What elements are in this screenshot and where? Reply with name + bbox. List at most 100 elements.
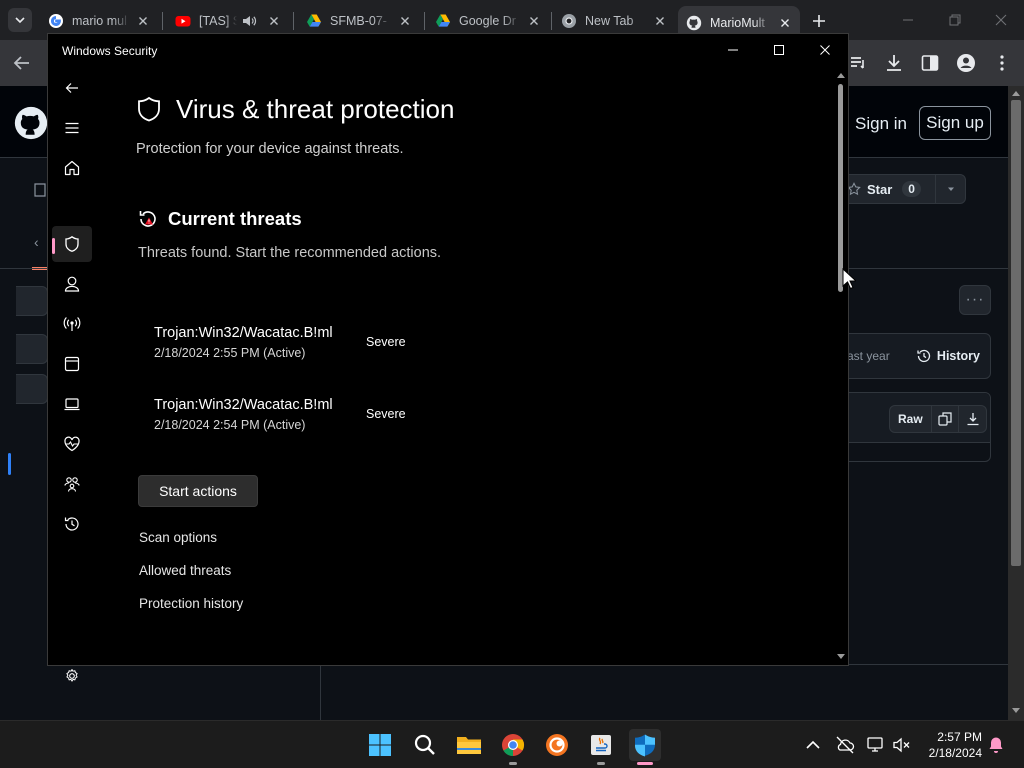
star-label: Star — [867, 181, 893, 197]
tab-search-button[interactable] — [8, 8, 32, 32]
close-tab-icon[interactable] — [653, 14, 667, 28]
nav-menu-button[interactable] — [52, 110, 92, 146]
notification-bell-icon[interactable] — [986, 735, 1006, 755]
scroll-down-arrow-icon[interactable] — [1012, 708, 1020, 714]
side-panel-icon[interactable] — [919, 52, 941, 74]
scroll-up-arrow-icon[interactable] — [837, 72, 845, 78]
raw-button[interactable]: Raw — [890, 406, 932, 432]
start-actions-button[interactable]: Start actions — [138, 475, 258, 507]
raw-button-group: Raw — [889, 405, 987, 433]
taskbar-search-button[interactable] — [409, 729, 441, 761]
close-tab-icon[interactable] — [267, 14, 281, 28]
profile-avatar-icon[interactable] — [955, 52, 977, 74]
window-scrollbar-thumb[interactable] — [838, 84, 843, 292]
maximize-button[interactable] — [767, 40, 791, 60]
copy-icon — [938, 412, 952, 426]
browser-tab-4[interactable]: Google Dr — [427, 8, 549, 34]
allowed-threats-link[interactable]: Allowed threats — [139, 563, 231, 578]
section-title: Current threats — [168, 208, 302, 229]
tab-separator — [162, 12, 163, 30]
tab-title: Google Dr — [459, 14, 516, 28]
speaker-muted-icon[interactable] — [892, 735, 912, 755]
chevron-left-icon[interactable]: ‹ — [34, 234, 48, 250]
speaker-icon[interactable] — [241, 13, 257, 29]
copy-button[interactable] — [932, 406, 960, 432]
nav-settings[interactable] — [52, 658, 92, 694]
scroll-up-arrow-icon[interactable] — [1012, 90, 1020, 96]
protection-history-link[interactable]: Protection history — [139, 596, 243, 611]
close-icon — [820, 45, 830, 55]
file-viewer-box: Raw — [830, 392, 991, 462]
app-window-icon — [64, 356, 80, 372]
close-tab-icon[interactable] — [136, 14, 150, 28]
sign-up-button[interactable]: Sign up — [919, 106, 991, 140]
nav-back-button[interactable] — [52, 70, 92, 106]
tab-separator — [551, 12, 552, 30]
nav-device-security[interactable] — [52, 386, 92, 422]
nav-firewall-network[interactable] — [52, 306, 92, 342]
download-file-button[interactable] — [959, 406, 986, 432]
browser-tab-2[interactable]: [TAS] S — [167, 8, 289, 34]
sign-in-link[interactable]: Sign in — [855, 114, 907, 134]
nav-device-performance-health[interactable] — [52, 426, 92, 462]
new-tab-plus-icon[interactable] — [810, 12, 828, 30]
hamburger-menu-icon — [65, 122, 79, 134]
nav-virus-threat-protection[interactable] — [52, 226, 92, 262]
browser-tab-1[interactable]: mario mul — [40, 8, 158, 34]
star-dropdown-caret[interactable] — [935, 175, 965, 203]
download-icon — [967, 413, 979, 426]
start-button[interactable] — [364, 729, 396, 761]
windows-security-window: Windows Security Virus & threat protecti… — [47, 33, 849, 682]
history-icon — [64, 517, 79, 531]
taskbar-chrome[interactable] — [497, 729, 529, 765]
window-titlebar[interactable]: Windows Security — [48, 34, 848, 66]
nav-protection-history[interactable] — [52, 506, 92, 542]
close-tab-icon[interactable] — [527, 14, 541, 28]
threat-item[interactable]: Trojan:Win32/Wacatac.B!ml 2/18/2024 2:55… — [154, 325, 554, 369]
page-scrollbar-thumb[interactable] — [1011, 100, 1021, 566]
browser-page-scrollbar[interactable] — [1008, 86, 1024, 720]
browser-close-icon[interactable] — [991, 10, 1011, 30]
minimize-button[interactable] — [721, 40, 745, 60]
taskbar-file-explorer[interactable] — [453, 729, 485, 761]
window-scrollbar[interactable] — [835, 70, 847, 666]
close-tab-icon[interactable] — [398, 14, 412, 28]
kebab-menu-icon[interactable] — [991, 52, 1013, 74]
browser-tab-3[interactable]: SFMB-07- — [298, 8, 420, 34]
sidebar-collapse-button[interactable] — [16, 286, 48, 316]
reading-list-icon[interactable] — [847, 52, 869, 74]
star-button[interactable]: Star 0 — [838, 174, 966, 204]
nav-app-browser-control[interactable] — [52, 346, 92, 382]
threat-item[interactable]: Trojan:Win32/Wacatac.B!ml 2/18/2024 2:54… — [154, 397, 554, 441]
nav-home[interactable] — [52, 150, 92, 186]
network-ethernet-icon[interactable] — [866, 735, 886, 755]
chevron-up-icon[interactable] — [803, 735, 823, 755]
browser-restore-icon[interactable] — [945, 10, 965, 30]
taskbar-clock[interactable]: 2:57 PM 2/18/2024 — [924, 729, 982, 761]
close-button[interactable] — [813, 40, 837, 60]
history-link[interactable]: History — [916, 348, 980, 364]
browser-minimize-icon[interactable] — [898, 10, 918, 30]
download-icon[interactable] — [883, 52, 905, 74]
taskbar-java[interactable] — [585, 729, 617, 765]
more-options-button[interactable]: ··· — [959, 285, 991, 315]
browser-tab-5[interactable]: New Tab — [553, 8, 675, 34]
branch-selector-button[interactable] — [16, 334, 48, 364]
onedrive-cloud-icon[interactable] — [835, 735, 855, 755]
taskbar-windows-security[interactable] — [629, 729, 661, 765]
github-icon — [686, 15, 702, 31]
chrome-icon — [562, 14, 576, 28]
nav-account-protection[interactable] — [52, 266, 92, 302]
nav-family-options[interactable] — [52, 466, 92, 502]
caret-down-icon — [947, 187, 954, 191]
windows-taskbar: 2:57 PM 2/18/2024 — [0, 720, 1024, 768]
tab-separator — [293, 12, 294, 30]
close-tab-icon[interactable] — [778, 16, 792, 30]
scroll-down-arrow-icon[interactable] — [837, 654, 845, 660]
back-arrow-icon[interactable] — [11, 52, 33, 74]
scan-options-link[interactable]: Scan options — [139, 530, 217, 545]
file-search-button[interactable] — [16, 374, 48, 404]
search-icon — [414, 734, 435, 755]
taskbar-crunchyroll[interactable] — [541, 729, 573, 761]
chevron-down-icon — [15, 17, 25, 24]
